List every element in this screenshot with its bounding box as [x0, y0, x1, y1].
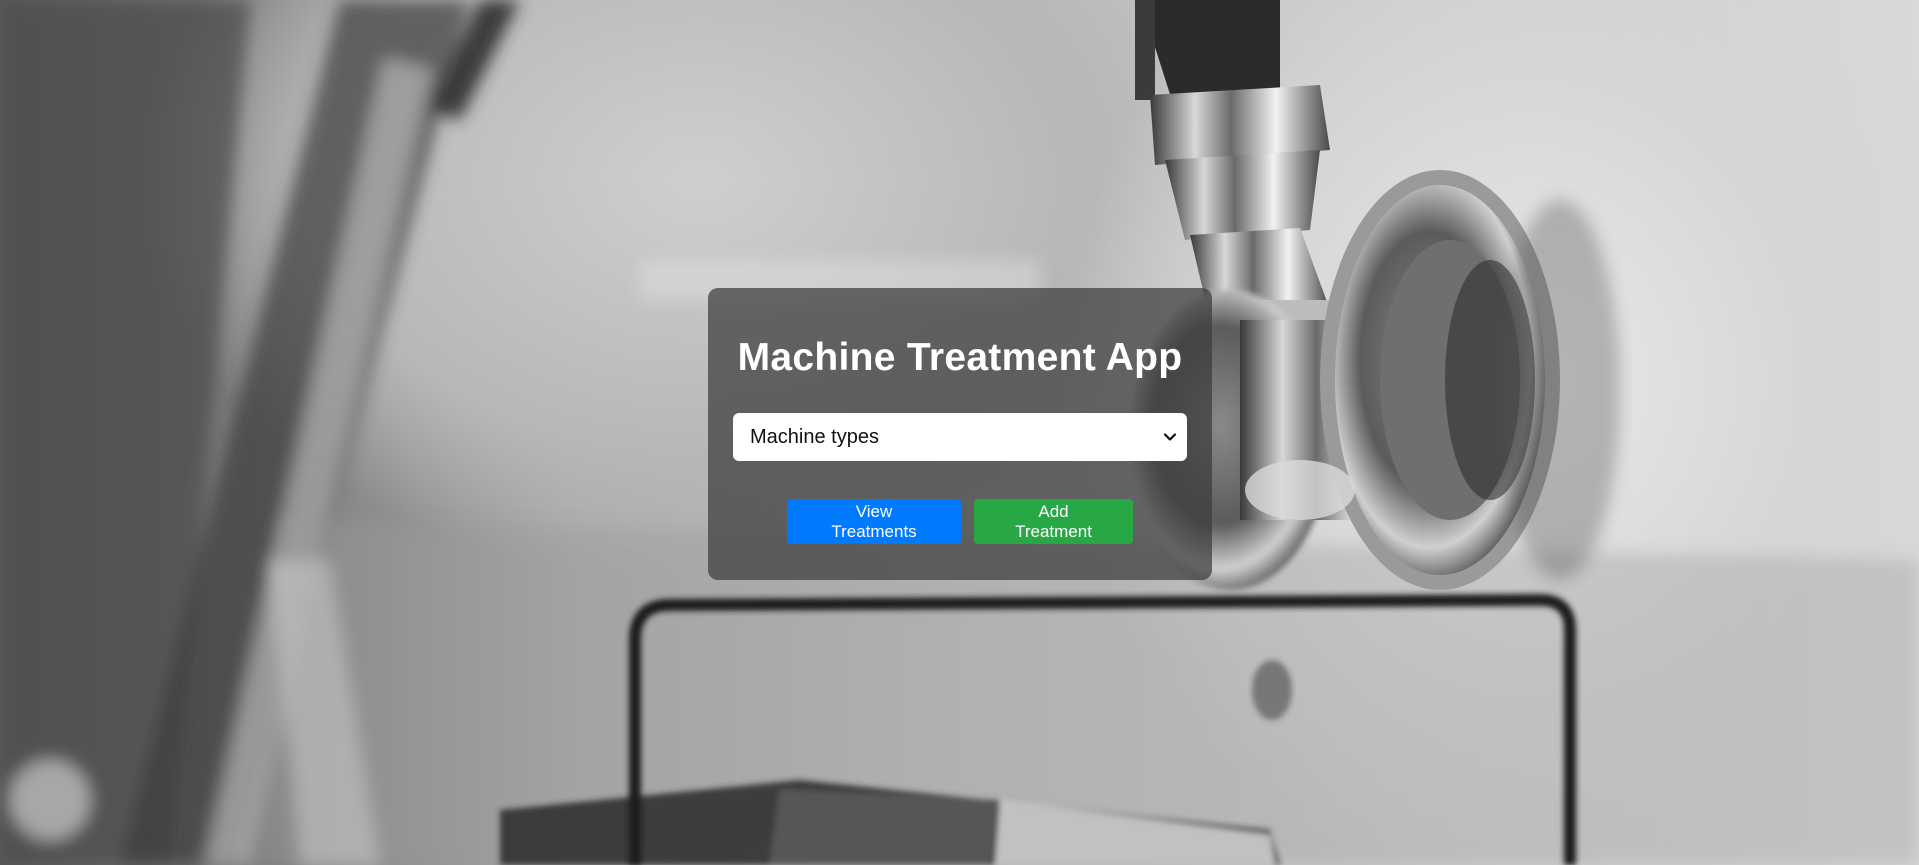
machine-type-select[interactable]: Machine types — [733, 413, 1187, 461]
view-treatments-button[interactable]: View Treatments — [787, 499, 961, 544]
page-title: Machine Treatment App — [737, 336, 1183, 379]
treatment-card: Machine Treatment App Machine types View… — [708, 288, 1212, 580]
chevron-down-icon — [1163, 433, 1177, 441]
add-treatment-button[interactable]: Add Treatment — [974, 499, 1133, 544]
machine-type-selected-value: Machine types — [750, 426, 879, 448]
action-buttons: View Treatments Add Treatment — [733, 499, 1187, 544]
